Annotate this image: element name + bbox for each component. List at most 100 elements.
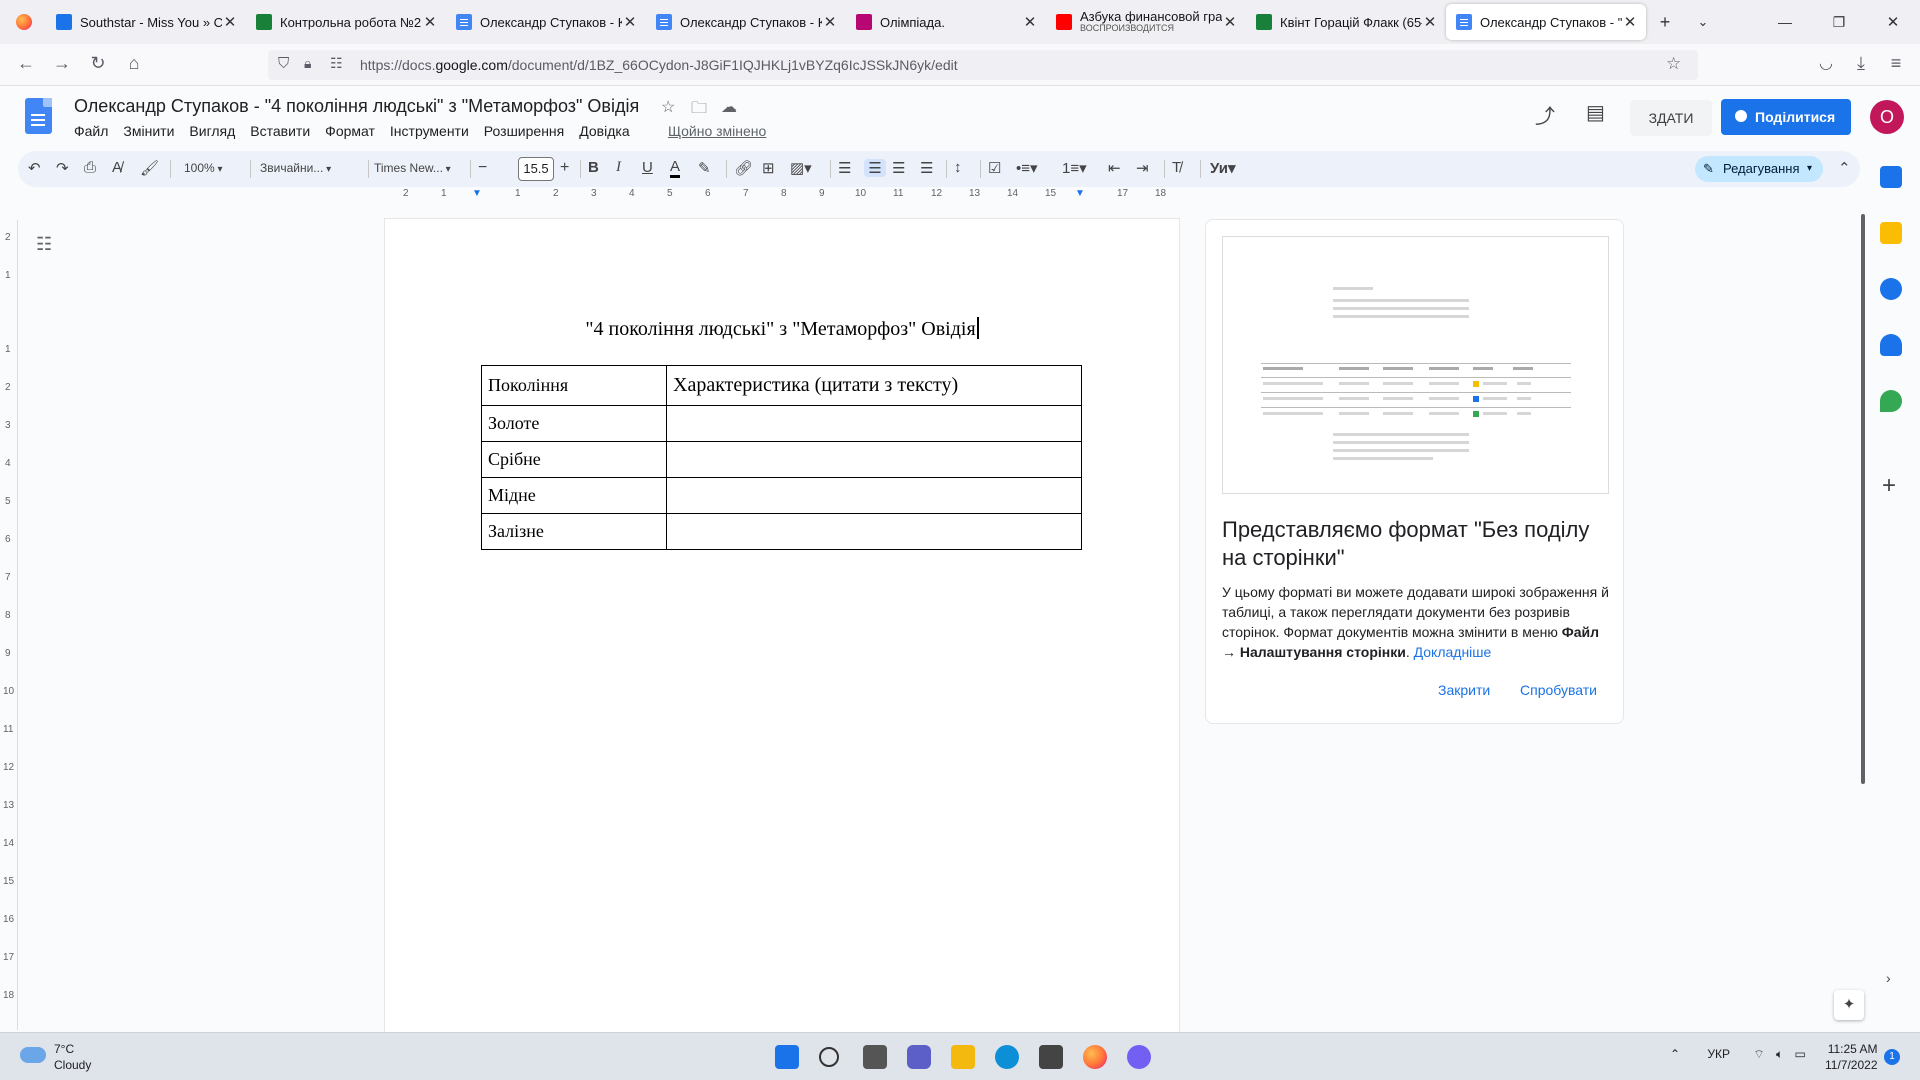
close-tab-icon[interactable]: ✕: [822, 13, 838, 31]
horizontal-ruler[interactable]: 2 1 ▼ 1 2 3 4 5 6 7 8 9 10 11 12 13 14 1…: [385, 188, 1179, 204]
redo-icon[interactable]: ↷: [56, 159, 69, 177]
close-tab-icon[interactable]: ✕: [422, 13, 438, 31]
edge-icon[interactable]: [995, 1045, 1019, 1069]
paint-format-icon[interactable]: 🖌︎: [140, 159, 159, 177]
menu-format[interactable]: Формат: [325, 123, 375, 139]
clear-formatting-icon[interactable]: T̸: [1172, 159, 1181, 176]
decrease-indent-icon[interactable]: ⇤: [1108, 159, 1121, 177]
restore-icon[interactable]: ❐: [1812, 14, 1866, 31]
back-icon[interactable]: ←: [14, 53, 38, 74]
docs-home-icon[interactable]: [25, 98, 52, 134]
table-header-cell[interactable]: Характеристика (цитати з тексту): [666, 365, 1082, 406]
add-comment-icon[interactable]: ⊞: [762, 159, 775, 177]
firefox-taskbar-icon[interactable]: [1083, 1045, 1107, 1069]
table-cell[interactable]: [666, 513, 1082, 550]
explore-icon[interactable]: ✦: [1834, 990, 1864, 1020]
keep-icon[interactable]: [1880, 222, 1902, 244]
permissions-icon[interactable]: ☷: [330, 55, 343, 72]
new-tab-icon[interactable]: +: [1646, 12, 1684, 33]
volume-icon[interactable]: 🔈︎: [1776, 1047, 1783, 1061]
align-left-icon[interactable]: ☰: [838, 159, 851, 177]
bookmark-star-icon[interactable]: ☆: [1666, 54, 1681, 74]
spellcheck-icon[interactable]: A̸: [112, 159, 122, 176]
task-view-icon[interactable]: [863, 1045, 887, 1069]
document-outline-icon[interactable]: ☷: [36, 234, 52, 255]
table-cell[interactable]: Мідне: [481, 477, 667, 514]
table-cell[interactable]: Залізне: [481, 513, 667, 550]
close-tab-icon[interactable]: ✕: [1622, 13, 1638, 31]
battery-icon[interactable]: ▭: [1795, 1047, 1806, 1061]
increase-indent-icon[interactable]: ⇥: [1136, 159, 1149, 177]
file-explorer-icon[interactable]: [951, 1045, 975, 1069]
bulleted-list-icon[interactable]: •≡▾: [1016, 159, 1038, 177]
input-tools-icon[interactable]: Уи▾: [1210, 159, 1236, 177]
document-title[interactable]: Олександр Ступаков - "4 покоління людськ…: [74, 96, 639, 117]
store-icon[interactable]: [1039, 1045, 1063, 1069]
table-header-cell[interactable]: Покоління: [481, 365, 667, 406]
italic-icon[interactable]: I: [616, 159, 621, 176]
browser-tab-6[interactable]: Азбука финансовой грамоВОСПРОИЗВОДИТСЯ ✕: [1046, 4, 1246, 40]
firefox-menu-icon[interactable]: [16, 14, 32, 30]
activity-trend-icon[interactable]: ⤴: [1535, 100, 1555, 129]
style-select[interactable]: Звичайни...: [260, 161, 331, 175]
insert-link-icon[interactable]: 🔗︎: [734, 159, 753, 177]
app-menu-icon[interactable]: ≡: [1884, 53, 1908, 74]
url-bar[interactable]: ⛉ 🔒︎ ☷ https://docs.google.com/document/…: [268, 50, 1698, 80]
start-icon[interactable]: [775, 1045, 799, 1069]
star-icon[interactable]: ☆: [661, 97, 675, 117]
editing-mode-select[interactable]: ✎ Редагування ▾: [1695, 156, 1823, 182]
tasks-icon[interactable]: [1880, 278, 1902, 300]
chat-icon[interactable]: [907, 1045, 931, 1069]
text-color-icon[interactable]: A: [670, 159, 681, 178]
home-icon[interactable]: ⌂: [122, 53, 146, 74]
forward-icon[interactable]: →: [50, 53, 74, 74]
document-heading[interactable]: "4 покоління людські" з "Метаморфоз" Ові…: [385, 317, 1179, 341]
font-select[interactable]: Times New...: [374, 161, 451, 175]
menu-view[interactable]: Вигляд: [189, 123, 235, 139]
get-addons-icon[interactable]: +: [1882, 472, 1896, 500]
table-cell[interactable]: Срібне: [481, 441, 667, 478]
underline-icon[interactable]: U: [642, 159, 653, 176]
browser-tab-8-active[interactable]: Олександр Ступаков - "4 п ✕: [1446, 4, 1646, 40]
close-tab-icon[interactable]: ✕: [622, 13, 638, 31]
comments-icon[interactable]: ▤: [1586, 100, 1605, 125]
clock[interactable]: 11:25 AM 11/7/2022: [1825, 1041, 1878, 1073]
minimize-icon[interactable]: —: [1758, 14, 1812, 30]
table-cell[interactable]: [666, 405, 1082, 442]
table-cell[interactable]: Золоте: [481, 405, 667, 442]
weather-widget[interactable]: 7°C Cloudy: [20, 1041, 91, 1073]
menu-tools[interactable]: Інструменти: [390, 123, 469, 139]
right-indent-marker-icon[interactable]: ▼: [1075, 188, 1085, 199]
language-indicator[interactable]: УКР: [1707, 1047, 1730, 1061]
maps-icon[interactable]: [1880, 390, 1902, 412]
reload-icon[interactable]: ↻: [86, 53, 110, 74]
numbered-list-icon[interactable]: 1≡▾: [1062, 159, 1087, 177]
browser-tab-5[interactable]: Олімпіада. ✕: [846, 4, 1046, 40]
vertical-ruler[interactable]: 2 1 1 2 3 4 5 6 7 8 9 10 11 12 13 14 15 …: [0, 220, 18, 1030]
share-button[interactable]: Поділитися: [1721, 99, 1851, 135]
scrollbar[interactable]: [1861, 214, 1865, 784]
contacts-icon[interactable]: [1880, 334, 1902, 356]
browser-tab-4[interactable]: Олександр Ступаков - Ко ✕: [646, 4, 846, 40]
menu-help[interactable]: Довідка: [579, 123, 629, 139]
learn-more-link[interactable]: Докладніше: [1414, 644, 1492, 660]
zoom-select[interactable]: 100%: [184, 161, 223, 175]
close-promo-button[interactable]: Закрити: [1438, 682, 1490, 698]
close-tab-icon[interactable]: ✕: [1222, 13, 1238, 31]
wifi-icon[interactable]: ⌔: [1753, 1047, 1764, 1061]
downloads-icon[interactable]: ⤓: [1849, 53, 1873, 74]
browser-tab-1[interactable]: Southstar - Miss You » Скач ✕: [46, 4, 246, 40]
menu-insert[interactable]: Вставити: [250, 123, 310, 139]
print-icon[interactable]: ⎙: [84, 159, 96, 176]
viber-icon[interactable]: [1127, 1045, 1151, 1069]
align-right-icon[interactable]: ☰: [892, 159, 905, 177]
close-tab-icon[interactable]: ✕: [1022, 13, 1038, 31]
list-tabs-icon[interactable]: ⌄: [1684, 14, 1722, 30]
browser-tab-2[interactable]: Контрольна робота №2 з ✕: [246, 4, 446, 40]
close-window-icon[interactable]: ✕: [1866, 13, 1920, 31]
menu-extensions[interactable]: Розширення: [484, 123, 564, 139]
line-spacing-icon[interactable]: ↕: [954, 159, 962, 176]
bold-icon[interactable]: B: [588, 159, 599, 176]
cloud-status-icon[interactable]: ☁: [721, 97, 737, 117]
highlight-icon[interactable]: ✎: [698, 159, 711, 177]
